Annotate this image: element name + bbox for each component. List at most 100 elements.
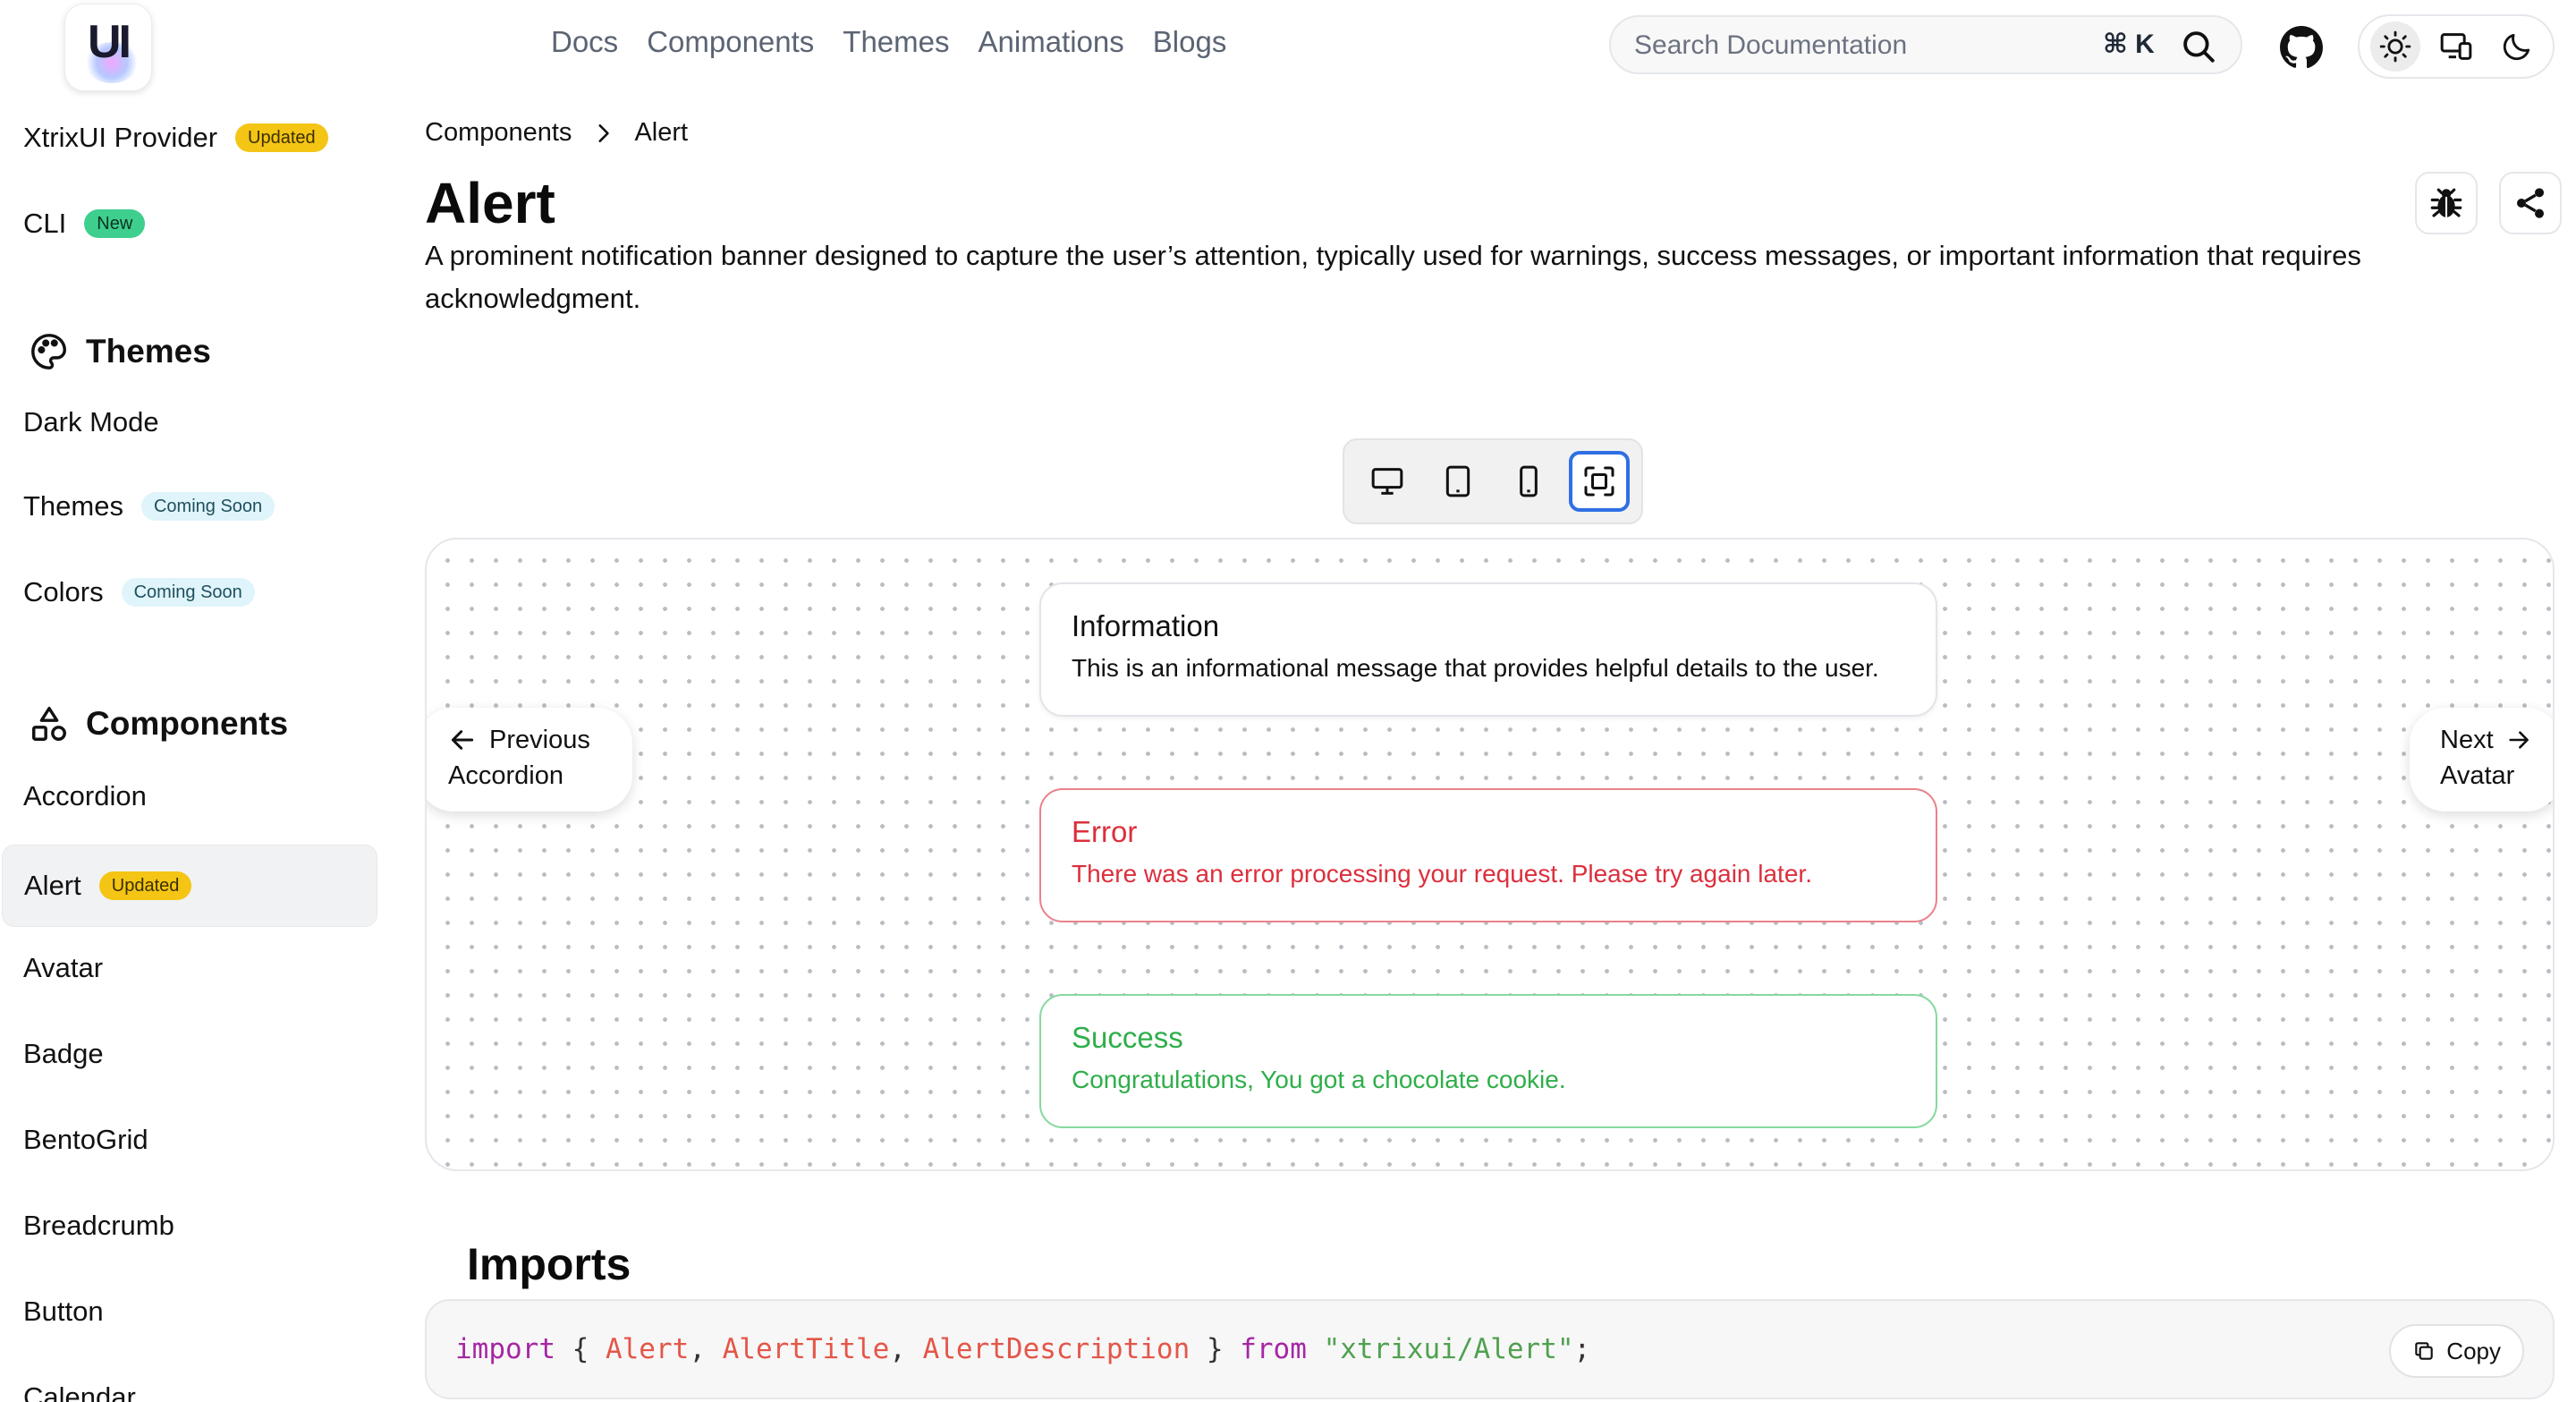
sun-icon xyxy=(2379,30,2411,63)
search-input[interactable]: Search Documentation ⌘ K xyxy=(1609,15,2242,74)
coming-soon-badge: Coming Soon xyxy=(121,578,255,607)
code-punct xyxy=(1307,1333,1324,1365)
component-preview: Information This is an informational mes… xyxy=(425,538,2555,1171)
code-punct: , xyxy=(689,1333,723,1365)
next-label: Next xyxy=(2440,726,2494,754)
nav-themes[interactable]: Themes xyxy=(843,25,949,59)
sidebar-item-label: Colors xyxy=(23,576,104,608)
sidebar-item-label: BentoGrid xyxy=(23,1124,148,1155)
code-keyword: import xyxy=(455,1333,555,1365)
sidebar-item-label: CLI xyxy=(23,208,67,239)
page-title: Alert xyxy=(425,171,555,235)
code-block: import { Alert, AlertTitle, AlertDescrip… xyxy=(425,1299,2555,1399)
share-button[interactable] xyxy=(2499,172,2562,234)
coming-soon-badge: Coming Soon xyxy=(140,492,275,521)
code-keyword: from xyxy=(1240,1333,1307,1365)
phone-icon xyxy=(1519,465,1538,497)
arrow-right-icon xyxy=(2509,731,2529,749)
breadcrumb: Components Alert xyxy=(425,118,688,148)
monitor-icon xyxy=(1371,468,1402,495)
system-theme-button[interactable] xyxy=(2431,21,2481,72)
sidebar-item-colors[interactable]: Colors Coming Soon xyxy=(23,576,255,608)
sidebar-item-label: Accordion xyxy=(23,780,147,811)
palette-icon xyxy=(31,334,66,370)
code-punct: { xyxy=(555,1333,606,1365)
alert-description: There was an error processing your reque… xyxy=(1072,860,1812,888)
sidebar-item-label: XtrixUI Provider xyxy=(23,122,218,153)
alert-description: Congratulations, You got a chocolate coo… xyxy=(1072,1066,1566,1093)
code-identifier: AlertDescription xyxy=(922,1333,1191,1365)
sidebar-item-button[interactable]: Button xyxy=(23,1296,104,1328)
top-nav: Docs Components Themes Animations Blogs xyxy=(551,25,1226,59)
copy-icon xyxy=(2415,1342,2434,1360)
sidebar-item-bentogrid[interactable]: BentoGrid xyxy=(23,1124,148,1156)
search-icon[interactable] xyxy=(2180,28,2217,65)
sidebar-item-label: Button xyxy=(23,1296,104,1327)
updated-badge: Updated xyxy=(98,871,192,900)
tablet-icon xyxy=(1445,465,1470,497)
arrow-left-icon xyxy=(451,730,474,750)
sidebar-item-cli[interactable]: CLI New xyxy=(23,208,146,240)
sidebar-item-label: Breadcrumb xyxy=(23,1210,174,1241)
logo-text: UI xyxy=(88,16,131,68)
github-icon[interactable] xyxy=(2279,25,2324,70)
sidebar-item-label: Themes xyxy=(23,490,123,522)
nav-animations[interactable]: Animations xyxy=(979,25,1124,59)
search-shortcut: ⌘ K xyxy=(2103,30,2155,59)
code-punct: , xyxy=(889,1333,923,1365)
light-theme-button[interactable] xyxy=(2370,21,2420,72)
devices-icon xyxy=(2440,33,2472,60)
code-punct: } xyxy=(1190,1333,1241,1365)
sidebar-item-xtrixui-provider[interactable]: XtrixUI Provider Updated xyxy=(23,122,328,154)
device-switcher xyxy=(1343,438,1643,524)
alert-error: Error There was an error processing your… xyxy=(1039,788,1937,922)
sidebar-item-dark-mode[interactable]: Dark Mode xyxy=(23,406,159,438)
previous-page-button[interactable]: Previous Accordion xyxy=(427,708,632,811)
desktop-view-button[interactable] xyxy=(1357,451,1418,512)
sidebar-item-alert[interactable]: Alert Updated xyxy=(2,845,377,927)
breadcrumb-current: Alert xyxy=(634,118,689,147)
sidebar: XtrixUI Provider Updated CLI New Themes … xyxy=(0,98,385,1402)
sidebar-item-avatar[interactable]: Avatar xyxy=(23,952,103,984)
page-description: A prominent notification banner designed… xyxy=(425,240,2361,314)
fullscreen-icon xyxy=(1584,466,1614,497)
sidebar-item-label: Alert xyxy=(24,870,81,901)
sidebar-section-components: Components xyxy=(29,703,288,744)
sidebar-item-accordion[interactable]: Accordion xyxy=(23,780,147,812)
alert-success: Success Congratulations, You got a choco… xyxy=(1039,994,1937,1128)
theme-switcher xyxy=(2358,14,2555,79)
code-identifier: Alert xyxy=(605,1333,690,1365)
share-icon xyxy=(2517,188,2544,218)
mobile-view-button[interactable] xyxy=(1498,451,1559,512)
copy-label: Copy xyxy=(2446,1337,2501,1364)
sidebar-item-badge[interactable]: Badge xyxy=(23,1038,104,1070)
search-placeholder: Search Documentation xyxy=(1634,30,1908,60)
sidebar-heading: Themes xyxy=(86,333,211,370)
sidebar-item-calendar[interactable]: Calendar xyxy=(23,1381,136,1402)
sidebar-heading: Components xyxy=(86,705,289,742)
nav-docs[interactable]: Docs xyxy=(551,25,618,59)
alert-title: Error xyxy=(1072,815,1138,848)
breadcrumb-components[interactable]: Components xyxy=(425,118,572,148)
sidebar-item-label: Avatar xyxy=(23,952,104,983)
code-line: import { Alert, AlertTitle, AlertDescrip… xyxy=(455,1333,1590,1365)
sidebar-item-breadcrumb[interactable]: Breadcrumb xyxy=(23,1210,174,1242)
report-bug-button[interactable] xyxy=(2415,172,2478,234)
fullscreen-view-button[interactable] xyxy=(1568,451,1630,512)
sidebar-item-label: Badge xyxy=(23,1038,104,1069)
imports-heading: Imports xyxy=(467,1239,631,1289)
alert-title: Success xyxy=(1072,1021,1183,1054)
next-page-button[interactable]: Next Avatar xyxy=(2410,708,2553,811)
previous-target: Accordion xyxy=(448,761,564,790)
code-identifier: AlertTitle xyxy=(722,1333,890,1365)
logo[interactable]: UI xyxy=(64,4,152,91)
sidebar-item-label: Dark Mode xyxy=(23,406,159,438)
copy-button[interactable]: Copy xyxy=(2389,1324,2524,1378)
sidebar-item-label: Calendar xyxy=(23,1381,136,1402)
nav-blogs[interactable]: Blogs xyxy=(1153,25,1227,59)
nav-components[interactable]: Components xyxy=(647,25,814,59)
code-punct: ; xyxy=(1573,1333,1591,1365)
tablet-view-button[interactable] xyxy=(1428,451,1488,512)
sidebar-item-themes[interactable]: Themes Coming Soon xyxy=(23,490,275,523)
dark-theme-button[interactable] xyxy=(2492,21,2542,72)
